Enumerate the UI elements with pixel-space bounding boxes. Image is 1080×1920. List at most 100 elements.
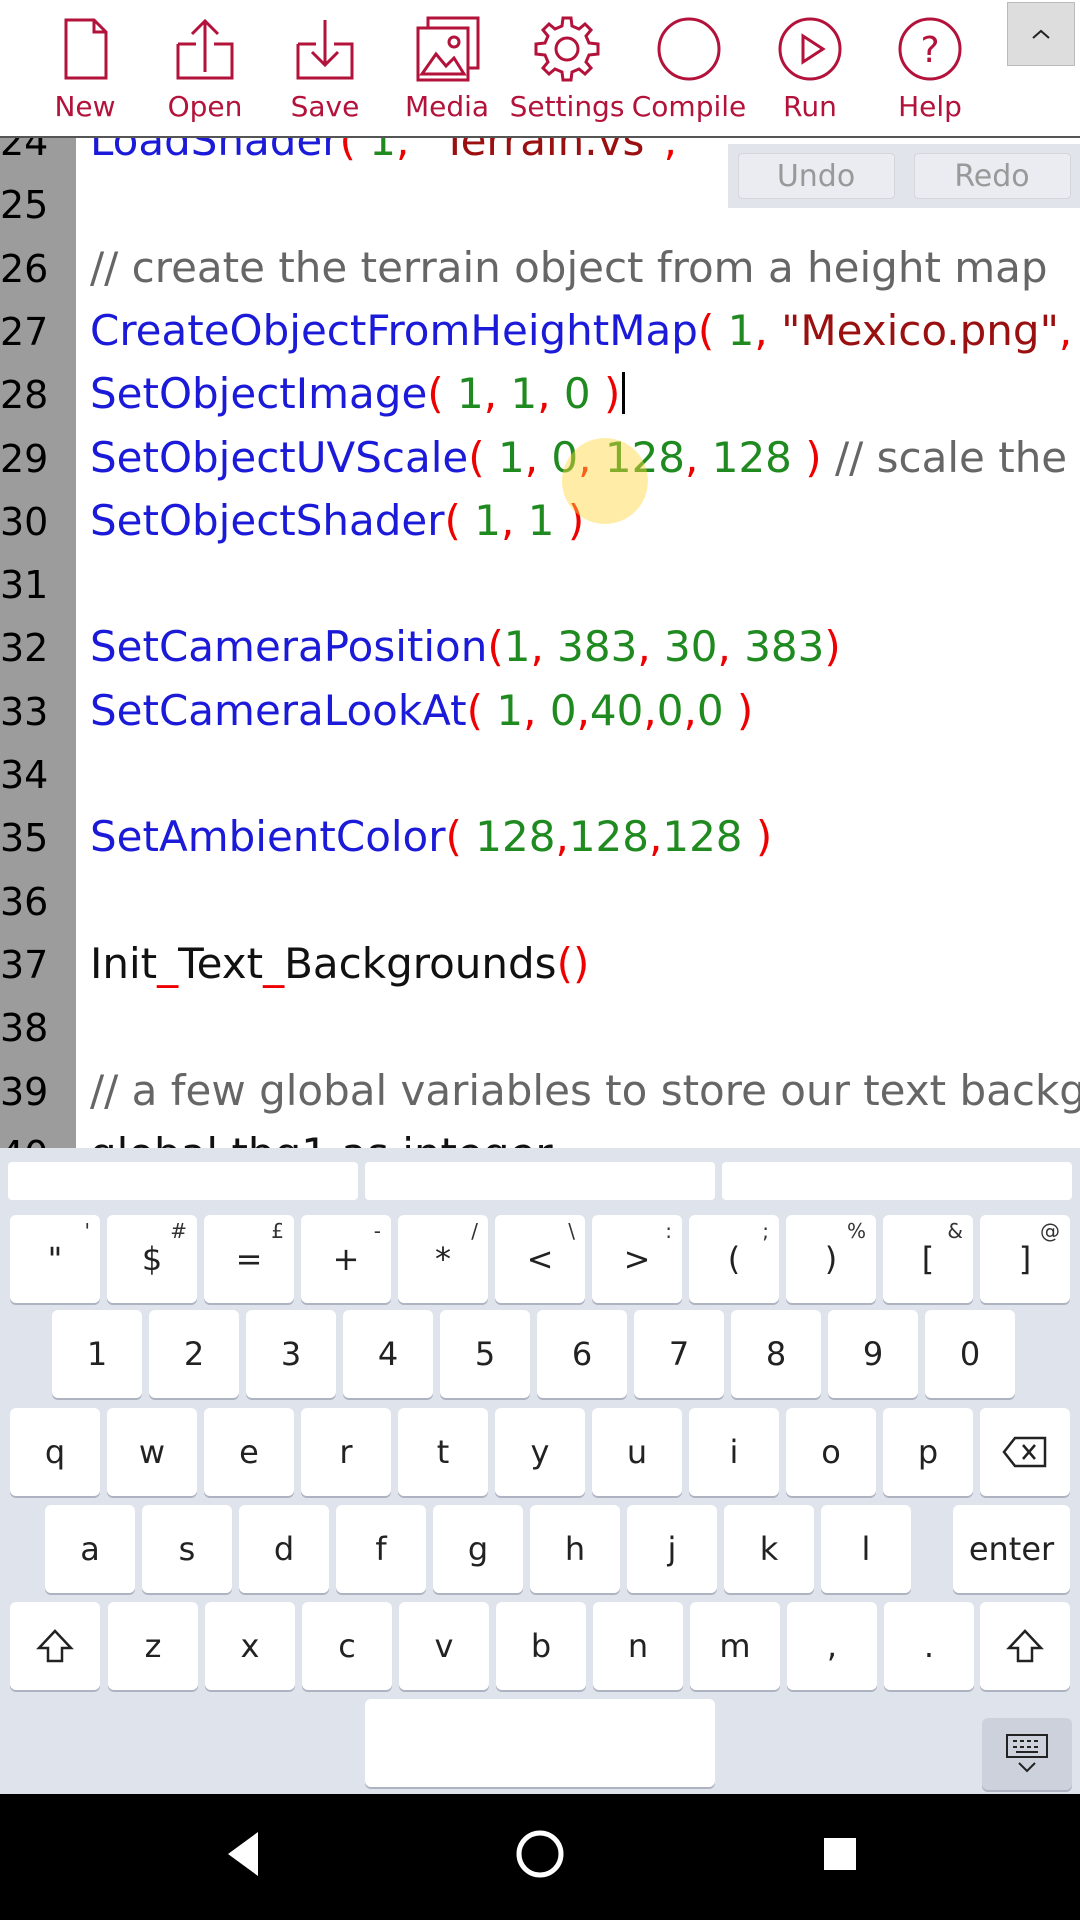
key-symbol[interactable]: + -	[301, 1215, 391, 1303]
key-symbol[interactable]: * /	[398, 1215, 488, 1303]
help-button[interactable]: ? Help	[870, 14, 990, 134]
key-number[interactable]: 2	[149, 1310, 239, 1398]
suggestion-right[interactable]	[722, 1162, 1072, 1200]
key-number[interactable]: 9	[828, 1310, 918, 1398]
key-letter[interactable]: o	[786, 1408, 876, 1496]
key-number[interactable]: 5	[440, 1310, 530, 1398]
shift-icon	[1006, 1629, 1044, 1663]
key-letter[interactable]: w	[107, 1408, 197, 1496]
open-button[interactable]: Open	[145, 14, 265, 134]
suggestion-left[interactable]	[8, 1162, 358, 1200]
key-letter[interactable]: t	[398, 1408, 488, 1496]
key-letter[interactable]: h	[530, 1505, 620, 1593]
code-line[interactable]: 30 SetObjectShader( 1, 1 )	[0, 492, 1080, 555]
code-line[interactable]: 38	[0, 998, 1080, 1061]
code-line[interactable]: 36	[0, 872, 1080, 935]
key-number[interactable]: 8	[731, 1310, 821, 1398]
key-label: c	[338, 1627, 356, 1665]
key-letter[interactable]: c	[302, 1602, 392, 1690]
key-label: 4	[377, 1335, 399, 1373]
redo-button[interactable]: Redo	[913, 153, 1071, 199]
media-button[interactable]: Media	[387, 14, 507, 134]
key-letter[interactable]: a	[45, 1505, 135, 1593]
key-letter[interactable]: f	[336, 1505, 426, 1593]
code-token: (	[697, 305, 728, 355]
code-line[interactable]: 28 SetObjectImage( 1, 1, 0 )	[0, 365, 1080, 428]
key-number[interactable]: 6	[537, 1310, 627, 1398]
key-label: .	[923, 1627, 935, 1665]
key-letter[interactable]: k	[724, 1505, 814, 1593]
key-number[interactable]: 1	[52, 1310, 142, 1398]
key-letter[interactable]: p	[883, 1408, 973, 1496]
code-line[interactable]: 32 SetCameraPosition(1, 383, 30, 383)	[0, 618, 1080, 681]
key-letter[interactable]: x	[205, 1602, 295, 1690]
back-icon[interactable]	[222, 1824, 262, 1884]
key-label: 7	[668, 1335, 690, 1373]
line-number: 24	[0, 138, 49, 164]
key-number[interactable]: 3	[246, 1310, 336, 1398]
key-number[interactable]: 4	[343, 1310, 433, 1398]
save-button[interactable]: Save	[265, 14, 385, 134]
key-letter[interactable]: y	[495, 1408, 585, 1496]
code-line[interactable]: 37 Init_Text_Backgrounds()	[0, 935, 1080, 998]
home-icon[interactable]	[515, 1824, 565, 1884]
line-number: 36	[0, 879, 49, 924]
code-editor[interactable]: 24 LoadShader( 1, "Terrain.vs", " 25 26// c…	[0, 138, 1080, 1148]
key-letter[interactable]: .	[884, 1602, 974, 1690]
key-symbol[interactable]: (;	[689, 1215, 779, 1303]
key-symbol[interactable]: = £	[204, 1215, 294, 1303]
compile-button[interactable]: Compile	[629, 14, 749, 134]
undo-button[interactable]: Undo	[737, 153, 895, 199]
key-symbol[interactable]: ] @	[980, 1215, 1070, 1303]
hide-keyboard-key[interactable]	[982, 1718, 1072, 1790]
code-line[interactable]: 29 SetObjectUVScale( 1, 0, 128, 128 ) // …	[0, 429, 1080, 492]
key-letter[interactable]: ,	[787, 1602, 877, 1690]
key-letter[interactable]: n	[593, 1602, 683, 1690]
key-letter[interactable]: j	[627, 1505, 717, 1593]
shift-key-right[interactable]	[980, 1602, 1070, 1690]
suggestion-center[interactable]	[365, 1162, 715, 1200]
key-number[interactable]: 0	[925, 1310, 1015, 1398]
code-line[interactable]: 31	[0, 555, 1080, 618]
key-letter[interactable]: l	[821, 1505, 911, 1593]
code-line[interactable]: 40 global tbg1 as integer	[0, 1125, 1080, 1148]
key-letter[interactable]: i	[689, 1408, 779, 1496]
key-letter[interactable]: m	[690, 1602, 780, 1690]
key-letter[interactable]: s	[142, 1505, 232, 1593]
code-line[interactable]: 26 // create the terrain object from a he…	[0, 239, 1080, 302]
shift-key-left[interactable]	[10, 1602, 100, 1690]
key-label: g	[467, 1530, 489, 1568]
settings-button[interactable]: Settings	[507, 14, 627, 134]
collapse-toolbar-button[interactable]	[1007, 2, 1075, 66]
code-line[interactable]: 33 SetCameraLookAt( 1, 0,40,0,0 )	[0, 682, 1080, 745]
code-line[interactable]: 34	[0, 745, 1080, 808]
key-number[interactable]: 7	[634, 1310, 724, 1398]
key-letter[interactable]: g	[433, 1505, 523, 1593]
code-line[interactable]: 35 SetAmbientColor( 128,128,128 )	[0, 808, 1080, 871]
media-label: Media	[404, 90, 490, 123]
key-letter[interactable]: e	[204, 1408, 294, 1496]
text-caret	[622, 372, 626, 415]
key-symbol[interactable]: [&	[883, 1215, 973, 1303]
key-letter[interactable]: v	[399, 1602, 489, 1690]
key-letter[interactable]: q	[10, 1408, 100, 1496]
space-key[interactable]	[365, 1699, 715, 1787]
key-symbol[interactable]: < \	[495, 1215, 585, 1303]
recents-icon[interactable]	[820, 1824, 860, 1884]
key-letter[interactable]: b	[496, 1602, 586, 1690]
key-letter[interactable]: d	[239, 1505, 329, 1593]
enter-key[interactable]: enter	[953, 1505, 1070, 1593]
key-letter[interactable]: z	[108, 1602, 198, 1690]
backspace-key[interactable]	[980, 1408, 1070, 1496]
key-letter[interactable]: u	[592, 1408, 682, 1496]
line-number: 33	[0, 689, 49, 734]
key-symbol[interactable]: )%	[786, 1215, 876, 1303]
key-symbol[interactable]: " '	[10, 1215, 100, 1303]
new-button[interactable]: New	[25, 14, 145, 134]
code-line[interactable]: 39 // a few global variables to store our…	[0, 1062, 1080, 1125]
key-symbol[interactable]: $ #	[107, 1215, 197, 1303]
key-symbol[interactable]: >:	[592, 1215, 682, 1303]
code-line[interactable]: 27 CreateObjectFromHeightMap( 1, "Mexico.…	[0, 302, 1080, 365]
key-letter[interactable]: r	[301, 1408, 391, 1496]
run-button[interactable]: Run	[750, 14, 870, 134]
